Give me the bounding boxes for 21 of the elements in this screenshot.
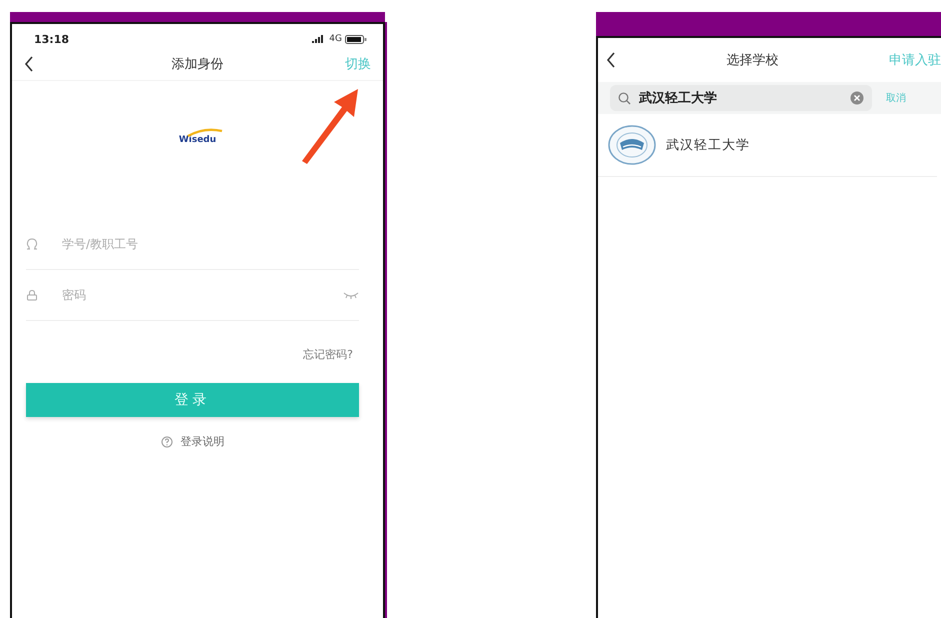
search-field[interactable]: 武汉轻工大学 bbox=[637, 90, 844, 106]
school-list-item[interactable]: 武汉轻工大学 bbox=[598, 114, 937, 177]
login-help-link[interactable]: 登录说明 bbox=[180, 434, 224, 449]
back-icon[interactable] bbox=[606, 52, 616, 68]
logo: Wisedu bbox=[172, 125, 224, 151]
user-icon bbox=[26, 238, 38, 250]
input-field[interactable]: 学号/教职工号 bbox=[60, 236, 359, 252]
back-icon[interactable] bbox=[24, 56, 34, 72]
forgot-password-link[interactable]: 忘记密码? bbox=[303, 347, 353, 383]
battery-icon bbox=[345, 34, 367, 44]
clear-icon[interactable] bbox=[850, 91, 864, 105]
search-icon bbox=[618, 92, 631, 104]
search-bar[interactable]: 武汉轻工大学 bbox=[610, 85, 872, 111]
lock-icon bbox=[26, 289, 38, 301]
input-field[interactable]: 密码 bbox=[60, 287, 321, 303]
status-time: 13:18 bbox=[34, 32, 70, 46]
network-label: 4G bbox=[329, 34, 342, 44]
screen-title: 添加身份 bbox=[172, 56, 224, 73]
help-icon bbox=[160, 436, 172, 448]
school-emblem-icon bbox=[608, 125, 656, 165]
screen-title: 选择学校 bbox=[726, 52, 778, 69]
